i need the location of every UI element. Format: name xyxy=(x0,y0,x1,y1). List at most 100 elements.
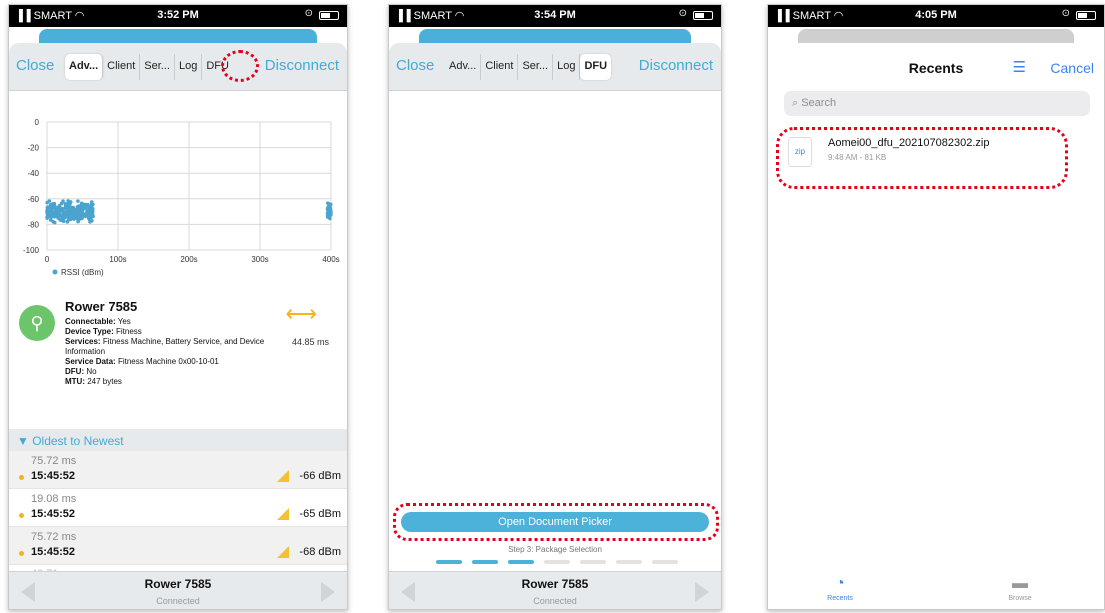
disconnect-button[interactable]: Disconnect xyxy=(639,57,713,74)
log-rssi: -66 dBm xyxy=(299,470,341,482)
open-document-picker-button[interactable]: Open Document Picker xyxy=(401,512,709,532)
alarm-icon: ⊙ xyxy=(304,8,313,19)
clock-icon: ◔ xyxy=(835,575,845,592)
data-point xyxy=(327,202,331,206)
y-tick-label: -100 xyxy=(23,246,40,255)
tab-dfu[interactable]: DFU xyxy=(580,54,612,80)
y-tick-label: -60 xyxy=(27,195,39,204)
rssi-chart: 0 -20 -40 -60 -80 -100 0 100s 200s 300s 400s RSSI (… xyxy=(9,92,347,280)
tab-log[interactable]: Log xyxy=(175,54,203,80)
sort-section-header[interactable]: ▼ Oldest to Newest xyxy=(9,429,347,451)
x-tick-label: 300s xyxy=(251,255,268,264)
tab-recents[interactable]: ◔ Recents xyxy=(800,575,880,602)
log-rssi: -68 dBm xyxy=(299,546,341,558)
battery-icon xyxy=(319,11,339,20)
data-point xyxy=(68,200,73,204)
log-row[interactable]: 75.72 ms 15:45:52 -68 dBm xyxy=(9,527,347,565)
connectable-value: Yes xyxy=(117,317,131,326)
log-interval: 19.08 ms xyxy=(31,493,77,505)
disconnect-button[interactable]: Disconnect xyxy=(265,57,339,74)
data-point xyxy=(70,206,74,211)
progress-segment xyxy=(544,560,570,564)
x-tick-label: 0 xyxy=(45,255,50,264)
close-button[interactable]: Close xyxy=(16,57,54,74)
data-point xyxy=(56,215,61,220)
next-arrow-icon[interactable] xyxy=(695,582,709,602)
tab-client[interactable]: Client xyxy=(481,54,519,80)
data-point xyxy=(80,209,85,214)
connection-status: Connected xyxy=(156,596,200,606)
services-label: Services: xyxy=(65,337,101,346)
dfu-value: No xyxy=(86,367,97,376)
legend-label: RSSI (dBm) xyxy=(61,268,104,277)
device-card: ⚲ Rower 7585 Connectable: Yes Device Typ… xyxy=(9,295,347,425)
x-tick-label: 100s xyxy=(109,255,126,264)
data-point xyxy=(60,217,65,222)
device-bottom-bar: Rower 7585 Connected xyxy=(389,571,721,609)
service-data-label: Service Data: xyxy=(65,357,116,366)
data-point xyxy=(90,210,95,214)
tab-services[interactable]: Ser... xyxy=(518,54,554,80)
log-dot-icon xyxy=(19,513,24,518)
data-point xyxy=(59,201,64,206)
alarm-icon: ⊙ xyxy=(1061,8,1070,19)
data-point xyxy=(45,211,50,215)
service-data-value: Fitness Machine 0x00-10-01 xyxy=(117,357,219,366)
battery-icon xyxy=(1076,11,1096,20)
x-tick-label: 400s xyxy=(322,255,339,264)
bicycle-icon: ⚲ xyxy=(19,305,55,341)
log-dot-icon xyxy=(19,475,24,480)
data-point xyxy=(328,212,333,217)
rssi-chart-svg: 0 -20 -40 -60 -80 -100 0 100s 200s 300s 400s RSSI (… xyxy=(23,118,340,277)
phone-screen-files: ▐▐ SMART ◠ 4:05 PM ⊙ Recents ☰ Cancel ⌕ … xyxy=(767,4,1105,610)
highlight-circle xyxy=(221,50,259,82)
x-tick-label: 200s xyxy=(180,255,197,264)
signal-icon xyxy=(277,470,289,482)
status-time: 4:05 PM xyxy=(915,9,957,21)
status-bar: ▐▐ SMART ◠ 4:05 PM ⊙ xyxy=(768,5,1104,27)
tab-recents-label: Recents xyxy=(827,595,853,602)
data-point xyxy=(76,204,81,209)
data-point xyxy=(65,220,70,224)
step-label: Step 3: Package Selection xyxy=(508,545,602,554)
close-button[interactable]: Close xyxy=(396,57,434,74)
left-right-arrow-icon: ⟷ xyxy=(285,301,317,326)
list-view-icon[interactable]: ☰ xyxy=(1013,58,1026,76)
file-item[interactable]: zip Aomei00_dfu_202107082302.zip 9:48 AM… xyxy=(784,132,1090,177)
device-type-value: Fitness xyxy=(116,327,142,336)
file-name: Aomei00_dfu_202107082302.zip xyxy=(828,137,990,149)
data-point xyxy=(84,203,88,207)
tab-bar: ◔ Recents ▬ Browse xyxy=(768,569,1104,609)
y-tick-label: -40 xyxy=(27,169,39,178)
search-input[interactable]: ⌕ Search xyxy=(784,91,1090,116)
tab-advertisement[interactable]: Adv... xyxy=(65,54,104,80)
nav-bar: Close Adv... Client Ser... Log DFU Disco… xyxy=(389,43,721,91)
status-bar: ▐▐ SMART ◠ 3:52 PM ⊙ xyxy=(9,5,347,27)
progress-segment xyxy=(472,560,498,564)
data-point xyxy=(51,219,55,224)
tab-log[interactable]: Log xyxy=(553,54,581,80)
log-row[interactable]: 75.72 ms 15:45:52 -66 dBm xyxy=(9,451,347,489)
tab-client[interactable]: Client xyxy=(103,54,141,80)
log-time: 15:45:52 xyxy=(31,546,76,558)
data-point xyxy=(67,206,71,211)
data-point xyxy=(57,208,61,213)
data-point xyxy=(67,211,72,216)
tab-segmented-control: Adv... Client Ser... Log DFU xyxy=(65,54,233,80)
cancel-button[interactable]: Cancel xyxy=(1050,60,1094,76)
log-row[interactable]: 19.08 ms 15:45:52 -65 dBm xyxy=(9,489,347,527)
data-point xyxy=(326,206,331,211)
next-arrow-icon[interactable] xyxy=(321,582,335,602)
folder-icon: ▬ xyxy=(1012,575,1028,592)
bottom-device-name: Rower 7585 xyxy=(144,577,212,591)
tab-browse[interactable]: ▬ Browse xyxy=(980,575,1060,602)
latency-value: 44.85 ms xyxy=(291,337,329,347)
battery-icon xyxy=(693,11,713,20)
data-point xyxy=(328,216,332,221)
y-tick-label: -80 xyxy=(27,220,39,229)
data-point xyxy=(51,213,56,218)
log-dot-icon xyxy=(19,551,24,556)
data-point xyxy=(49,205,54,209)
tab-advertisement[interactable]: Adv... xyxy=(445,54,482,80)
tab-services[interactable]: Ser... xyxy=(140,54,175,80)
